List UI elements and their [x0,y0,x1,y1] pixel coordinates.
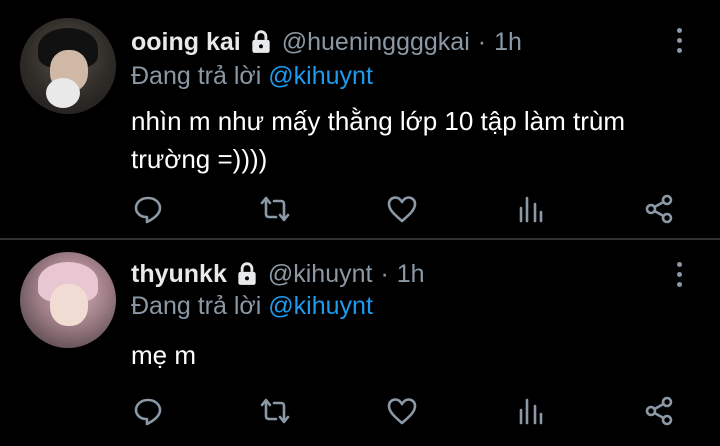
handle[interactable]: @kihuynt [268,260,373,289]
tweet-header: ooing kai @hueninggggkai · 1h [131,26,522,58]
avatar-face [50,284,88,326]
reply-icon[interactable] [131,192,165,226]
reply-prefix: Đang trả lời [131,292,262,320]
tweet[interactable]: thyunkk @kihuynt · 1h Đang trả lời @kihu… [0,240,720,446]
share-icon[interactable] [642,394,676,428]
timestamp[interactable]: 1h [397,260,425,289]
tweet-text: mẹ m [131,340,196,370]
tweet[interactable]: ooing kai @hueninggggkai · 1h Đang trả l… [0,0,720,238]
reply-mention-link[interactable]: @kihuynt [268,62,373,90]
more-options-icon[interactable] [670,260,690,290]
separator-dot: · [477,27,487,56]
timestamp[interactable]: 1h [494,28,522,57]
lock-icon [238,262,256,285]
more-options-icon[interactable] [670,26,690,56]
lock-icon [252,30,270,53]
retweet-icon[interactable] [258,192,292,226]
tweet-actions [0,394,720,428]
handle[interactable]: @hueninggggkai [282,28,470,57]
avatar[interactable] [20,252,116,348]
replying-to: Đang trả lời @kihuynt [131,292,373,321]
like-icon[interactable] [385,192,419,226]
like-icon[interactable] [385,394,419,428]
avatar-plush [46,78,80,108]
reply-icon[interactable] [131,394,165,428]
analytics-icon[interactable] [514,394,548,428]
separator-dot: · [380,259,389,288]
tweet-actions [0,192,720,226]
reply-mention-link[interactable]: @kihuynt [268,292,373,320]
share-icon[interactable] [642,192,676,226]
replying-to: Đang trả lời @kihuynt [131,62,373,91]
reply-prefix: Đang trả lời [131,62,262,90]
retweet-icon[interactable] [258,394,292,428]
display-name[interactable]: thyunkk [131,260,227,289]
analytics-icon[interactable] [514,192,548,226]
tweet-header: thyunkk @kihuynt · 1h [131,258,425,290]
tweet-text: nhìn m như mấy thằng lớp 10 tập làm trùm… [131,106,626,174]
avatar[interactable] [20,18,116,114]
display-name[interactable]: ooing kai [131,28,241,57]
